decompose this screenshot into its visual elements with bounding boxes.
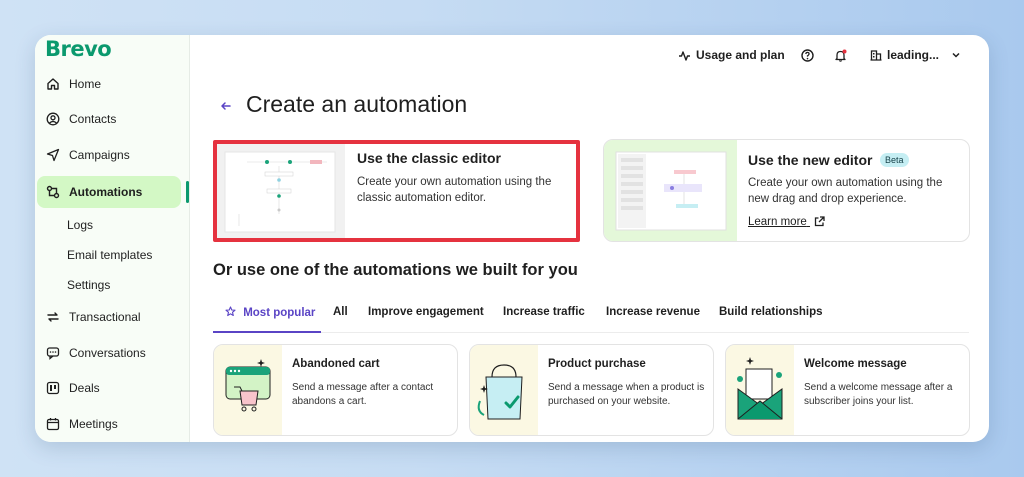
sidebar-item-contacts[interactable]: Contacts xyxy=(37,103,181,135)
active-tab-underline xyxy=(213,331,321,333)
send-icon xyxy=(45,147,61,163)
automation-title: Abandoned cart xyxy=(292,358,380,370)
help-icon xyxy=(801,48,814,62)
sidebar-item-label: Campaigns xyxy=(69,148,130,162)
automation-card-abandoned-cart[interactable]: Abandoned cart Send a message after a co… xyxy=(213,344,458,436)
sidebar: Brevo Home Contacts Campaigns Automation… xyxy=(35,35,190,442)
account-menu[interactable]: leading... xyxy=(870,45,961,65)
account-label: leading... xyxy=(887,48,940,62)
sidebar-subitem-logs[interactable]: Logs xyxy=(67,218,93,232)
tab-increase-traffic[interactable]: Increase traffic xyxy=(503,306,585,318)
sidebar-item-label: Home xyxy=(69,77,102,91)
sidebar-item-label: Deals xyxy=(69,381,100,395)
shopping-bag-illustration xyxy=(470,345,538,435)
sidebar-item-label: Contacts xyxy=(69,112,117,126)
usage-and-plan-button[interactable]: Usage and plan xyxy=(678,45,785,65)
tab-improve-engagement[interactable]: Improve engagement xyxy=(368,306,484,318)
new-editor-card[interactable]: Use the new editor Beta Create your own … xyxy=(603,139,970,242)
learn-more-link[interactable]: Learn more xyxy=(748,216,825,228)
building-icon xyxy=(870,49,882,61)
sidebar-item-deals[interactable]: Deals xyxy=(37,372,181,404)
automation-icon xyxy=(45,184,61,200)
active-indicator xyxy=(186,181,189,203)
chat-icon xyxy=(45,345,61,361)
automation-description: Send a welcome message after a subscribe… xyxy=(804,382,953,407)
sidebar-item-label: Conversations xyxy=(69,346,146,360)
sidebar-subitem-email-templates[interactable]: Email templates xyxy=(67,248,152,262)
automation-card-welcome-message[interactable]: Welcome message Send a welcome message a… xyxy=(725,344,970,436)
tab-build-relationships[interactable]: Build relationships xyxy=(719,306,823,318)
deals-icon xyxy=(45,380,61,396)
sidebar-item-label: Transactional xyxy=(69,310,141,324)
sidebar-item-label: Meetings xyxy=(69,417,118,431)
envelope-illustration xyxy=(726,345,794,435)
tabs-divider xyxy=(213,332,969,333)
automation-description: Send a message when a product is purchas… xyxy=(548,382,705,407)
transactional-icon xyxy=(45,309,61,325)
new-editor-description: Create your own automation using the new… xyxy=(748,177,943,205)
calendar-icon xyxy=(45,416,61,432)
new-editor-thumbnail xyxy=(604,140,737,241)
brevo-logo[interactable]: Brevo xyxy=(45,37,112,61)
sidebar-subitem-settings[interactable]: Settings xyxy=(67,278,110,292)
contacts-icon xyxy=(45,111,61,127)
tab-increase-revenue[interactable]: Increase revenue xyxy=(606,306,700,318)
sidebar-item-automations[interactable]: Automations xyxy=(37,176,181,208)
notifications-button[interactable] xyxy=(834,45,847,65)
chevron-down-icon xyxy=(951,50,961,60)
sidebar-item-transactional[interactable]: Transactional xyxy=(37,301,181,333)
help-button[interactable] xyxy=(801,45,814,65)
cart-illustration xyxy=(214,345,282,435)
sidebar-item-home[interactable]: Home xyxy=(37,68,181,100)
sidebar-item-label: Automations xyxy=(69,185,143,199)
automation-card-product-purchase[interactable]: Product purchase Send a message when a p… xyxy=(469,344,714,436)
app-window: Brevo Home Contacts Campaigns Automation… xyxy=(35,35,989,442)
bell-icon xyxy=(834,49,847,62)
beta-badge: Beta xyxy=(880,153,909,167)
external-link-icon xyxy=(814,216,825,227)
usage-label: Usage and plan xyxy=(696,48,785,62)
sidebar-item-meetings[interactable]: Meetings xyxy=(37,408,181,440)
new-editor-title: Use the new editor xyxy=(748,152,873,168)
automation-description: Send a message after a contact abandons … xyxy=(292,382,434,407)
sidebar-item-campaigns[interactable]: Campaigns xyxy=(37,139,181,171)
page-title: Create an automation xyxy=(246,91,468,117)
tab-all[interactable]: All xyxy=(333,306,348,318)
home-icon xyxy=(45,76,61,92)
learn-more-label: Learn more xyxy=(748,216,807,228)
activity-icon xyxy=(678,49,691,62)
tab-label: Most popular xyxy=(243,307,316,319)
automation-title: Welcome message xyxy=(804,358,907,370)
back-arrow-icon[interactable] xyxy=(220,99,232,115)
star-icon xyxy=(225,306,236,317)
sidebar-item-conversations[interactable]: Conversations xyxy=(37,337,181,369)
automation-title: Product purchase xyxy=(548,358,646,370)
tab-most-popular[interactable]: Most popular xyxy=(225,306,315,319)
highlight-box xyxy=(213,140,580,242)
section-title: Or use one of the automations we built f… xyxy=(213,261,578,279)
